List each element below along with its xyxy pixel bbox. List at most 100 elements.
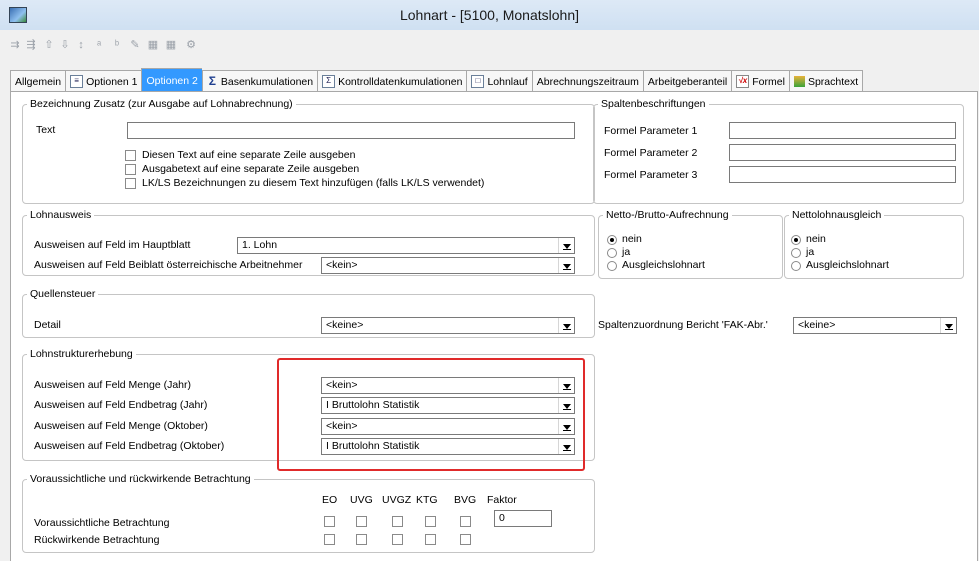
param1-label: Formel Parameter 1 bbox=[604, 125, 698, 137]
ausgleich-nein-radio[interactable] bbox=[791, 235, 801, 245]
faktor-input[interactable]: 0 bbox=[494, 510, 552, 527]
tab-label: Kontrolldatenkumulationen bbox=[338, 75, 463, 88]
tab-abrechnungszeitraum[interactable]: Abrechnungszeitraum bbox=[531, 70, 643, 93]
chevron-down-icon[interactable] bbox=[940, 318, 956, 333]
beiblatt-label: Ausweisen auf Feld Beiblatt österreichis… bbox=[34, 259, 303, 271]
netto-ja-radio[interactable] bbox=[607, 248, 617, 258]
down-icon[interactable]: ⇩ bbox=[58, 39, 72, 51]
tab-optionen-2[interactable]: Optionen 2 bbox=[141, 68, 202, 93]
detail-select[interactable]: <keine> bbox=[321, 317, 575, 334]
grid2-icon[interactable]: ▦ bbox=[164, 39, 178, 51]
separate-line-label: Diesen Text auf eine separate Zeile ausg… bbox=[142, 149, 356, 161]
group-legend: Netto-/Brutto-Aufrechnung bbox=[606, 209, 729, 221]
r-eo-checkbox[interactable] bbox=[324, 534, 335, 545]
select-value: 1. Lohn bbox=[242, 239, 278, 251]
v-uvgz-checkbox[interactable] bbox=[392, 516, 403, 527]
edit-icon[interactable]: ✎ bbox=[128, 39, 142, 51]
v-eo-checkbox[interactable] bbox=[324, 516, 335, 527]
netto-ausgleich-radio[interactable] bbox=[607, 261, 617, 271]
up-icon[interactable]: ⇧ bbox=[42, 39, 56, 51]
tab-kontrolldatenkumulationen[interactable]: Σ Kontrolldatenkumulationen bbox=[317, 70, 467, 93]
window-title: Lohnart - [5100, Monatslohn] bbox=[399, 7, 579, 23]
param3-input[interactable] bbox=[729, 166, 956, 183]
param2-label: Formel Parameter 2 bbox=[604, 147, 698, 159]
tab-label: Abrechnungszeitraum bbox=[536, 75, 639, 88]
menge-oktober-label: Ausweisen auf Feld Menge (Oktober) bbox=[34, 420, 208, 432]
text-label: Text bbox=[36, 124, 56, 136]
netto-nein-radio[interactable] bbox=[607, 235, 617, 245]
v-uvg-checkbox[interactable] bbox=[356, 516, 367, 527]
tab-label: Basenkumulationen bbox=[220, 75, 314, 88]
ausgleich-ausgleich-radio[interactable] bbox=[791, 261, 801, 271]
col-bvg: BVG bbox=[454, 494, 477, 506]
sigma-icon: Σ bbox=[208, 74, 216, 88]
ausgabetext-label: Ausgabetext auf eine separate Zeile ausg… bbox=[142, 163, 360, 175]
separate-line-checkbox[interactable] bbox=[125, 150, 136, 161]
tab-lohnlauf[interactable]: □ Lohnlauf bbox=[466, 70, 532, 93]
tab-arbeitgeberanteil[interactable]: Arbeitgeberanteil bbox=[642, 70, 732, 93]
voraussichtlich-label: Voraussichtliche Betrachtung bbox=[34, 517, 170, 529]
tab-formel[interactable]: √x Formel bbox=[731, 70, 789, 93]
rueckwirkend-label: Rückwirkende Betrachtung bbox=[34, 534, 160, 546]
group-legend: Lohnstrukturerhebung bbox=[30, 348, 133, 360]
page-icon: ≡ bbox=[70, 75, 84, 88]
new-icon[interactable]: ⇉ bbox=[8, 39, 22, 51]
r-uvg-checkbox[interactable] bbox=[356, 534, 367, 545]
sort-icon[interactable]: ↕ bbox=[74, 39, 88, 51]
tab-optionen-1[interactable]: ≡ Optionen 1 bbox=[65, 70, 142, 93]
tab-label: Lohnlauf bbox=[487, 75, 528, 88]
grid-icon[interactable]: ▦ bbox=[146, 39, 160, 51]
delete-icon[interactable]: ⇶ bbox=[24, 39, 38, 51]
col-uvg: UVG bbox=[350, 494, 373, 506]
lkls-label: LK/LS Bezeichnungen zu diesem Text hinzu… bbox=[142, 177, 485, 189]
detail-label: Detail bbox=[34, 319, 61, 331]
col-faktor: Faktor bbox=[487, 494, 517, 506]
v-ktg-checkbox[interactable] bbox=[425, 516, 436, 527]
tab-label: Sprachtext bbox=[807, 75, 859, 88]
r-uvgz-checkbox[interactable] bbox=[392, 534, 403, 545]
lkls-checkbox[interactable] bbox=[125, 178, 136, 189]
highlight-box bbox=[277, 358, 585, 471]
text-input[interactable] bbox=[127, 122, 575, 139]
tab-bar: Allgemein ≡ Optionen 1 Optionen 2 Σ Basenk… bbox=[10, 68, 864, 93]
formula-icon: √x bbox=[736, 75, 750, 88]
ausgleich-ja-radio[interactable] bbox=[791, 248, 801, 258]
chevron-down-icon[interactable] bbox=[558, 238, 574, 253]
ausgleich-ja-label: ja bbox=[806, 246, 815, 258]
toolbar: ⇉ ⇶ ⇧ ⇩ ↕ ᵃ ᵇ ✎ ▦ ▦ ⚙ bbox=[0, 30, 979, 58]
endbetrag-jahr-label: Ausweisen auf Feld Endbetrag (Jahr) bbox=[34, 399, 208, 411]
spaltenzuordnung-select[interactable]: <keine> bbox=[793, 317, 957, 334]
group-legend: Spaltenbeschriftungen bbox=[601, 98, 706, 110]
options-panel: Bezeichnung Zusatz (zur Ausgabe auf Lohn… bbox=[10, 91, 978, 561]
hauptblatt-label: Ausweisen auf Feld im Hauptblatt bbox=[34, 239, 191, 251]
col-eo: EO bbox=[322, 494, 338, 506]
ausgabetext-checkbox[interactable] bbox=[125, 164, 136, 175]
people-icon bbox=[793, 76, 805, 87]
chevron-down-icon[interactable] bbox=[558, 318, 574, 333]
v-bvg-checkbox[interactable] bbox=[460, 516, 471, 527]
page-icon: □ bbox=[471, 75, 485, 88]
col-uvgz: UVGZ bbox=[382, 494, 412, 506]
tab-basenkumulationen[interactable]: Σ Basenkumulationen bbox=[201, 70, 318, 93]
netto-nein-label: nein bbox=[622, 233, 642, 245]
param1-input[interactable] bbox=[729, 122, 956, 139]
tab-label: Formel bbox=[752, 75, 785, 88]
tab-sprachtext[interactable]: Sprachtext bbox=[788, 70, 864, 93]
param2-input[interactable] bbox=[729, 144, 956, 161]
spell-icon[interactable]: ᵃ bbox=[92, 39, 106, 51]
tab-label: Arbeitgeberanteil bbox=[647, 75, 728, 88]
tools-icon[interactable]: ⚙ bbox=[184, 39, 198, 51]
ausgleich-ausgleich-label: Ausgleichslohnart bbox=[806, 259, 889, 271]
tab-allgemein[interactable]: Allgemein bbox=[10, 70, 66, 93]
beiblatt-select[interactable]: <kein> bbox=[321, 257, 575, 274]
param3-label: Formel Parameter 3 bbox=[604, 169, 698, 181]
r-ktg-checkbox[interactable] bbox=[425, 534, 436, 545]
tab-label: Allgemein bbox=[15, 75, 62, 88]
menge-jahr-label: Ausweisen auf Feld Menge (Jahr) bbox=[34, 379, 191, 391]
hauptblatt-select[interactable]: 1. Lohn bbox=[237, 237, 575, 254]
group-legend: Nettolohnausgleich bbox=[792, 209, 882, 221]
r-bvg-checkbox[interactable] bbox=[460, 534, 471, 545]
spell-check-icon[interactable]: ᵇ bbox=[110, 39, 124, 51]
select-value: <keine> bbox=[798, 319, 836, 331]
chevron-down-icon[interactable] bbox=[558, 258, 574, 273]
